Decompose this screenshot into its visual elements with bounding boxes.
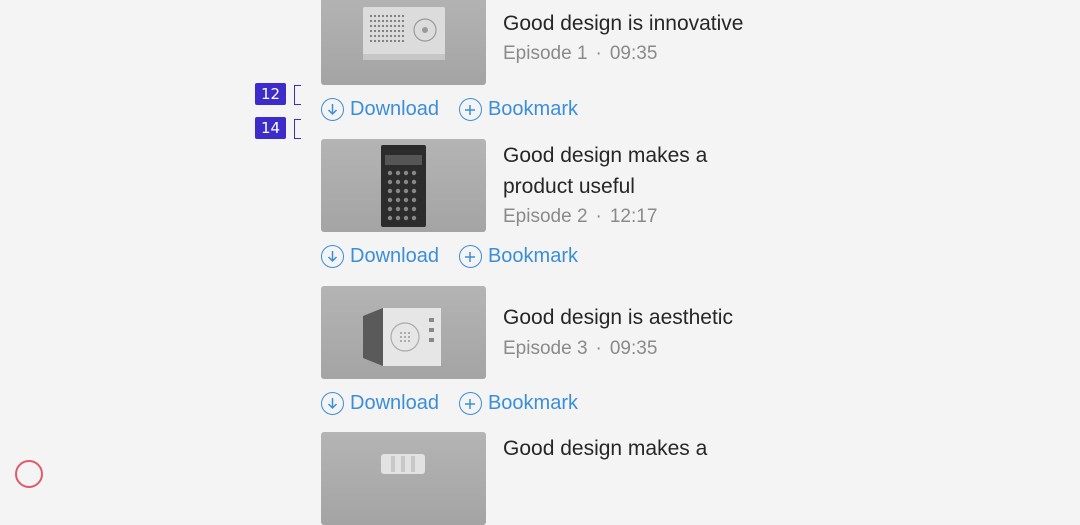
overlay-badge-12: 12 xyxy=(255,83,286,105)
overlay-bracket-12 xyxy=(294,85,301,105)
episode-3-thumbnail[interactable] xyxy=(321,286,486,379)
episode-3-download-button[interactable]: Download xyxy=(321,392,439,415)
meta-separator: · xyxy=(595,338,602,359)
download-icon xyxy=(321,98,344,121)
episode-1-title[interactable]: Good design is innovative xyxy=(503,8,803,39)
episode-1-thumbnail[interactable] xyxy=(321,0,486,85)
bookmark-label: Bookmark xyxy=(487,98,578,120)
plus-icon xyxy=(458,245,482,268)
episode-1-actions: Download Bookmark xyxy=(321,98,578,121)
bookmark-label: Bookmark xyxy=(487,392,578,414)
episode-2-meta: Episode 2 · 12:17 xyxy=(503,206,657,228)
bookmark-label: Bookmark xyxy=(487,245,578,267)
episode-2-actions: Download Bookmark xyxy=(321,245,578,268)
download-icon xyxy=(321,245,344,268)
episode-1-number: Episode 1 xyxy=(503,43,588,64)
download-label: Download xyxy=(350,392,439,414)
episode-3-number: Episode 3 xyxy=(503,338,588,359)
download-label: Download xyxy=(350,245,439,267)
episode-2-bookmark-button[interactable]: Bookmark xyxy=(458,245,578,268)
episode-2-download-button[interactable]: Download xyxy=(321,245,439,268)
overlay-bracket-14 xyxy=(294,119,301,139)
episode-1-duration: 09:35 xyxy=(609,43,658,64)
episode-2-title[interactable]: Good design makes a product useful xyxy=(503,140,743,202)
episode-2-number: Episode 2 xyxy=(503,206,588,227)
episode-3-actions: Download Bookmark xyxy=(321,392,578,415)
episode-3-duration: 09:35 xyxy=(609,338,658,359)
download-icon xyxy=(321,392,344,415)
episode-3-bookmark-button[interactable]: Bookmark xyxy=(458,392,578,415)
plus-icon xyxy=(458,392,482,415)
meta-separator: · xyxy=(595,43,602,64)
episode-3-title[interactable]: Good design is aesthetic xyxy=(503,302,803,333)
meta-separator: · xyxy=(595,206,602,227)
download-label: Download xyxy=(350,98,439,120)
episode-4-thumbnail[interactable] xyxy=(321,432,486,525)
record-indicator-icon xyxy=(15,460,43,488)
episode-3-meta: Episode 3 · 09:35 xyxy=(503,338,657,360)
plus-icon xyxy=(458,98,482,121)
episode-2-duration: 12:17 xyxy=(609,206,658,227)
overlay-badge-14: 14 xyxy=(255,117,286,139)
episode-1-bookmark-button[interactable]: Bookmark xyxy=(458,98,578,121)
episode-1-download-button[interactable]: Download xyxy=(321,98,439,121)
episode-2-thumbnail[interactable] xyxy=(321,139,486,232)
episode-4-title[interactable]: Good design makes a xyxy=(503,433,803,464)
episode-1-meta: Episode 1 · 09:35 xyxy=(503,43,657,65)
